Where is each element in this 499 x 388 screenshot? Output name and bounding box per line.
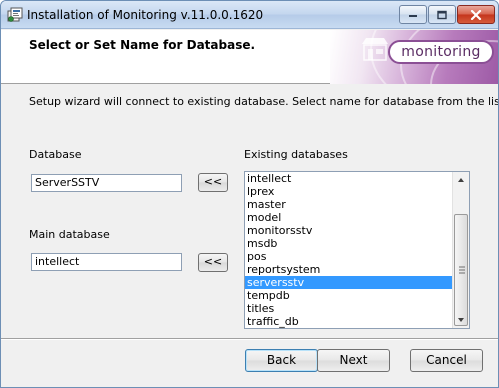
- list-item[interactable]: pos: [245, 250, 452, 263]
- store-icon: [362, 38, 388, 61]
- minimize-button[interactable]: [399, 5, 427, 24]
- title-bar[interactable]: Installation of Monitoring v.11.0.0.1620: [1, 1, 498, 29]
- maximize-icon: [437, 10, 447, 19]
- list-item[interactable]: reportsystem: [245, 263, 452, 276]
- list-item[interactable]: traffic_db: [245, 315, 452, 328]
- list-item[interactable]: serversstv: [245, 276, 452, 289]
- minimize-icon: [409, 14, 417, 17]
- banner-graphic: monitoring: [330, 30, 498, 84]
- existing-databases-list[interactable]: intellect lprex master model monitorsstv msdb…: [244, 171, 470, 329]
- close-button[interactable]: [457, 5, 495, 24]
- description-text: Setup wizard will connect to existing da…: [29, 95, 499, 108]
- list-item[interactable]: titles: [245, 302, 452, 315]
- next-button[interactable]: Next: [317, 349, 390, 372]
- list-item[interactable]: lprex: [245, 185, 452, 198]
- brand-logo: monitoring: [388, 40, 494, 64]
- list-item[interactable]: master: [245, 198, 452, 211]
- scroll-up-arrow-icon[interactable]: [453, 172, 469, 188]
- list-item[interactable]: msdb: [245, 237, 452, 250]
- list-item[interactable]: model: [245, 211, 452, 224]
- list-scrollbar[interactable]: [452, 172, 469, 328]
- scroll-grip-icon: [459, 266, 465, 274]
- window-title: Installation of Monitoring v.11.0.0.1620: [27, 8, 264, 22]
- scroll-thumb[interactable]: [454, 214, 468, 326]
- existing-databases-label: Existing databases: [244, 148, 348, 161]
- cancel-button[interactable]: Cancel: [410, 349, 483, 372]
- scroll-down-arrow-icon[interactable]: [453, 312, 469, 328]
- main-database-label: Main database: [29, 228, 110, 241]
- main-database-input[interactable]: intellect: [31, 253, 182, 271]
- database-label: Database: [29, 148, 82, 161]
- copy-main-database-button[interactable]: <<: [198, 253, 228, 272]
- page-heading: Select or Set Name for Database.: [29, 38, 256, 52]
- header-banner: Select or Set Name for Database. monitor…: [1, 30, 498, 84]
- close-icon: [470, 9, 482, 20]
- back-button[interactable]: Back: [245, 349, 318, 372]
- list-item[interactable]: tempdb: [245, 289, 452, 302]
- copy-database-button[interactable]: <<: [198, 173, 228, 192]
- list-item[interactable]: intellect: [245, 172, 452, 185]
- installer-window: Installation of Monitoring v.11.0.0.1620…: [0, 0, 499, 388]
- maximize-button[interactable]: [428, 5, 456, 24]
- list-item[interactable]: monitorsstv: [245, 224, 452, 237]
- installer-app-icon: [7, 7, 23, 22]
- footer-divider: [1, 338, 498, 340]
- list-items-container: intellect lprex master model monitorsstv msdb…: [245, 172, 452, 328]
- database-input[interactable]: ServerSSTV: [31, 174, 182, 192]
